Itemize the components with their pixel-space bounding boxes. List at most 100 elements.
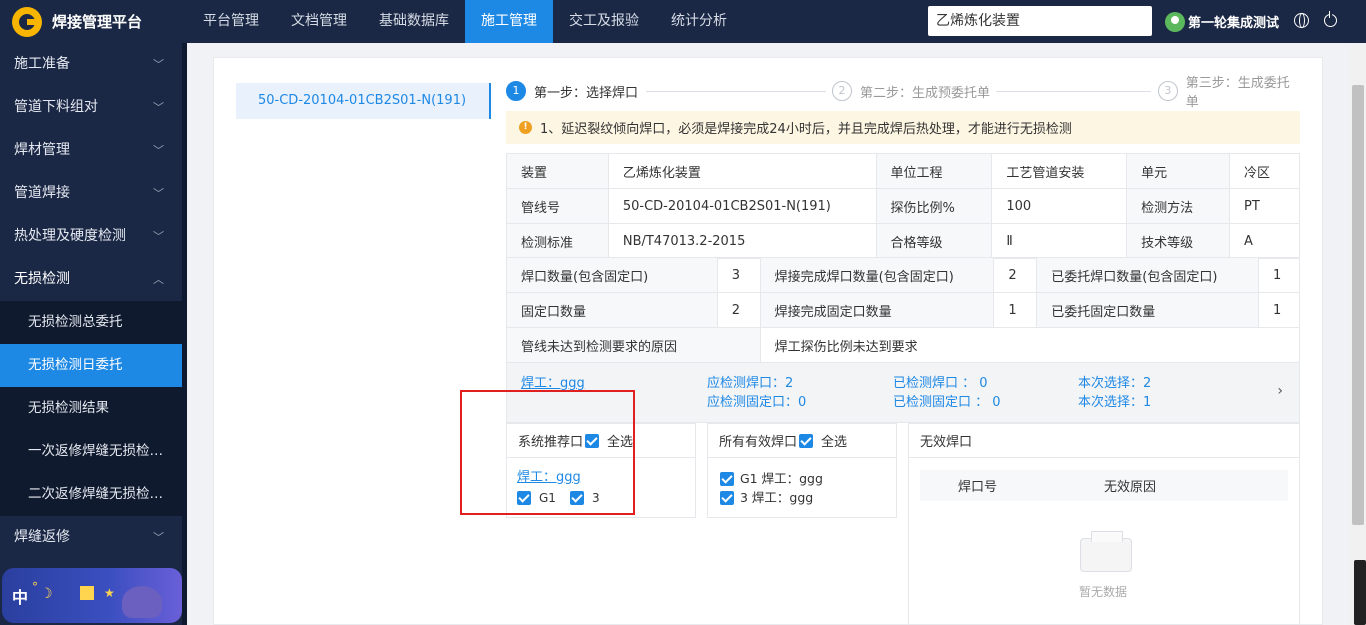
nav-construction[interactable]: 施工管理 xyxy=(465,0,553,43)
chevron-right-icon[interactable]: › xyxy=(1277,383,1283,399)
weld-label[interactable]: 3 焊工：ggg xyxy=(740,489,813,507)
logo-icon xyxy=(12,6,42,37)
info-value: A xyxy=(1229,223,1300,259)
logout-icon[interactable] xyxy=(1324,11,1337,27)
ime-toolbar[interactable]: 中 ☽ ° ★ xyxy=(2,568,182,623)
nav-statistics[interactable]: 统计分析 xyxy=(655,0,743,43)
select-all-checkbox[interactable] xyxy=(799,433,814,448)
info-label: 单元 xyxy=(1126,153,1231,189)
weld-label[interactable]: 3 xyxy=(592,489,600,507)
weld-label[interactable]: G1 焊工：ggg xyxy=(740,470,823,488)
nav-handover[interactable]: 交工及报验 xyxy=(553,0,655,43)
sidebar-item-ndt[interactable]: 无损检测 ︿ xyxy=(0,258,182,301)
count-label: 已委托固定口数量 xyxy=(1036,292,1259,328)
info-label: 单位工程 xyxy=(875,153,993,189)
sidebar-item-label: 管道焊接 xyxy=(14,185,70,201)
chevron-down-icon: ﹀ xyxy=(153,230,164,243)
pipeline-item[interactable]: 50-CD-20104-01CB2S01-N(191) xyxy=(236,83,489,119)
sidebar-sub-first-repair[interactable]: 一次返修焊缝无损检测... xyxy=(0,430,182,473)
sidebar-sub-second-repair[interactable]: 二次返修焊缝无损检测... xyxy=(0,473,182,516)
weld-checkbox[interactable] xyxy=(517,491,531,505)
step-label: 第一步：选择焊口 xyxy=(534,85,639,101)
sidebar-sub-ndt-result[interactable]: 无损检测结果 xyxy=(0,387,182,430)
panel-header: 所有有效焊口 全选 xyxy=(708,424,896,458)
column-header: 无效原因 xyxy=(1103,480,1156,495)
sidebar-item-label: 焊材管理 xyxy=(14,142,70,158)
count-value: 1 xyxy=(993,292,1038,328)
warning-text: 1、延迟裂纹倾向焊口，必须是焊接完成24小时后，并且完成焊后热处理，才能进行无损… xyxy=(540,122,1072,137)
welder-link[interactable]: 焊工：ggg xyxy=(517,469,695,487)
info-value: PT xyxy=(1229,188,1300,224)
warning-icon: ! xyxy=(519,121,532,134)
step-number: 1 xyxy=(506,81,526,101)
warning-alert: ! 1、延迟裂纹倾向焊口，必须是焊接完成24小时后，并且完成焊后热处理，才能进行… xyxy=(506,111,1300,144)
sidebar-item-pipe-cutting[interactable]: 管道下料组对 ﹀ xyxy=(0,86,182,129)
weld-checkbox[interactable] xyxy=(720,472,734,486)
column-header: 焊口号 xyxy=(957,480,997,495)
step-indicator: 1 第一步：选择焊口 2 第二步：生成预委托单 3 第三步：生成委托单 xyxy=(506,76,1301,110)
sidebar: 施工准备 ﹀ 管道下料组对 ﹀ 焊材管理 ﹀ 管道焊接 ﹀ 热处理及硬度检测 ﹀ 无损检测… xyxy=(0,43,182,625)
sidebar-item-label: 无损检测 xyxy=(14,271,70,287)
panel-title: 系统推荐口 xyxy=(518,435,584,450)
info-value: 50-CD-20104-01CB2S01-N(191) xyxy=(607,188,877,224)
done-check-weld: 已检测焊口 ： 0 xyxy=(893,376,988,391)
sidebar-scrollbar[interactable] xyxy=(182,43,187,625)
project-search-input[interactable] xyxy=(928,6,1152,36)
select-all-label[interactable]: 全选 xyxy=(607,431,633,450)
welder-summary-row[interactable]: 焊工：ggg 应检测焊口：2 应检测固定口：0 已检测焊口 ： 0 已检测固定口… xyxy=(506,362,1300,423)
count-value: 1 xyxy=(1257,292,1301,328)
language-icon[interactable] xyxy=(1294,13,1309,28)
info-value: Ⅱ xyxy=(991,223,1128,259)
scrollbar-thumb[interactable] xyxy=(1352,85,1364,525)
sidebar-item-label: 管道下料组对 xyxy=(14,99,98,115)
sidebar-item-weld-repair[interactable]: 焊缝返修 ﹀ xyxy=(0,516,182,559)
step-number: 3 xyxy=(1158,81,1178,101)
sidebar-item-label: 焊缝返修 xyxy=(14,529,70,545)
count-label: 焊接完成固定口数量 xyxy=(759,292,995,328)
welder-link[interactable]: 焊工：ggg xyxy=(521,374,585,393)
count-label: 焊接完成焊口数量(包含固定口) xyxy=(759,257,995,293)
app-logo[interactable]: 焊接管理平台 xyxy=(0,0,187,43)
sidebar-item-heat-treatment[interactable]: 热处理及硬度检测 ﹀ xyxy=(0,215,182,258)
sidebar-sub-ndt-daily[interactable]: 无损检测日委托 xyxy=(0,344,182,387)
step-2: 2 第二步：生成预委托单 xyxy=(832,80,990,102)
count-label: 固定口数量 xyxy=(506,292,718,328)
weld-label[interactable]: G1 xyxy=(539,489,556,507)
star-icon: ° xyxy=(32,580,38,594)
weld-checkbox-row: G1 焊工：ggg xyxy=(720,470,896,488)
sidebar-item-welding-material[interactable]: 焊材管理 ﹀ xyxy=(0,129,182,172)
count-label: 焊口数量(包含固定口) xyxy=(506,257,718,293)
side-widget xyxy=(1354,560,1366,625)
table-row: 管线号 50-CD-20104-01CB2S01-N(191) 探伤比例% 10… xyxy=(506,188,1300,224)
chevron-up-icon: ︿ xyxy=(153,273,164,286)
nav-database[interactable]: 基础数据库 xyxy=(363,0,465,43)
selected-weld: 本次选择：2 xyxy=(1078,376,1152,391)
chevron-down-icon: ﹀ xyxy=(153,144,164,157)
weld-checkbox[interactable] xyxy=(720,491,734,505)
count-value: 3 xyxy=(716,257,761,293)
table-row: 管线未达到检测要求的原因 焊工探伤比例未达到要求 xyxy=(506,327,1301,363)
step-divider xyxy=(996,91,1151,92)
nav-platform[interactable]: 平台管理 xyxy=(187,0,275,43)
weld-checkbox[interactable] xyxy=(569,491,584,505)
weld-checkbox-row: G1 3 xyxy=(517,489,695,507)
reason-label: 管线未达到检测要求的原因 xyxy=(506,327,761,363)
sidebar-sub-ndt-master[interactable]: 无损检测总委托 xyxy=(0,301,182,344)
pipeline-list: 50-CD-20104-01CB2S01-N(191) xyxy=(236,83,491,119)
select-all-checkbox[interactable] xyxy=(585,433,600,448)
select-all-label[interactable]: 全选 xyxy=(821,431,847,450)
nav-documents[interactable]: 文档管理 xyxy=(275,0,363,43)
chevron-down-icon: ﹀ xyxy=(153,101,164,114)
user-menu[interactable]: 第一轮集成测试 xyxy=(1165,0,1279,43)
reason-value: 焊工探伤比例未达到要求 xyxy=(759,327,1301,363)
moon-icon: ☽ xyxy=(40,586,53,602)
sidebar-item-pipe-welding[interactable]: 管道焊接 ﹀ xyxy=(0,172,182,215)
step-1: 1 第一步：选择焊口 xyxy=(506,80,638,102)
weld-count-table: 焊口数量(包含固定口) 3 焊接完成焊口数量(包含固定口) 2 已委托焊口数量(… xyxy=(506,257,1301,363)
table-row: 检测标准 NB/T47013.2-2015 合格等级 Ⅱ 技术等级 A xyxy=(506,223,1300,259)
top-bar: 焊接管理平台 平台管理 文档管理 基础数据库 施工管理 交工及报验 统计分析 xyxy=(0,0,1366,43)
info-value: 冷区 xyxy=(1229,153,1300,189)
step-label: 第三步：生成委托单 xyxy=(1185,76,1290,110)
sidebar-item-construction-prep[interactable]: 施工准备 ﹀ xyxy=(0,43,182,86)
star-icon: ★ xyxy=(104,586,115,600)
